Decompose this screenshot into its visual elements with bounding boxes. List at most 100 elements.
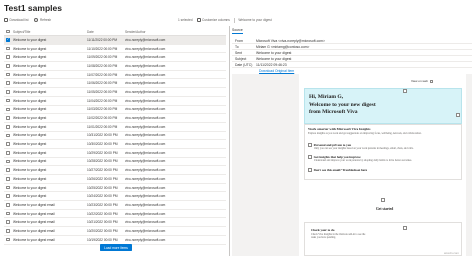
refresh-icon <box>34 18 39 22</box>
row-checkbox[interactable] <box>6 211 10 216</box>
pane-divider[interactable] <box>229 26 230 256</box>
row-sender: vivo-noreply@microsoft.com <box>125 159 166 164</box>
column-header-subject[interactable]: Subject/Title <box>12 30 87 34</box>
row-sender: vivo-noreply@microsoft.com <box>125 220 166 225</box>
row-checkbox[interactable] <box>6 220 10 225</box>
selected-count: 1 selected <box>178 18 193 22</box>
row-checkbox[interactable] <box>6 203 10 207</box>
columns-icon <box>196 18 201 22</box>
row-checkbox[interactable] <box>6 194 10 199</box>
row-sender: vivo-noreply@microsoft.com <box>125 194 166 199</box>
troubleshoot-link[interactable]: Don't see this email? Troubleshoot here <box>314 168 368 172</box>
row-subject: Welcome to your digest <box>13 37 47 42</box>
row-date: 11/01/2022 00:00 PM <box>87 124 118 129</box>
row-date: 10/28/2022 00:00 PM <box>87 159 118 164</box>
row-checkbox[interactable] <box>6 150 10 155</box>
table-row[interactable]: Welcome to your digest 11/01/2022 00:00 P… <box>4 123 226 132</box>
row-subject: Welcome to your digest <box>13 176 47 181</box>
table-row[interactable]: Welcome to your digest 11/10/2022 00:00 P… <box>4 45 226 54</box>
get-started-section <box>304 186 462 220</box>
feature-desc: Understand and improve your work pattern… <box>314 159 412 162</box>
column-header-date[interactable]: Date <box>87 30 125 34</box>
detail-tabs: Source <box>232 28 243 34</box>
row-sender: vivo-noreply@microsoft.com <box>125 142 166 147</box>
row-checkbox[interactable] <box>6 46 10 51</box>
row-checkbox[interactable] <box>6 116 10 120</box>
row-subject: Welcome to your digest <box>13 55 47 60</box>
image-placeholder-icon <box>403 226 407 230</box>
table-row[interactable]: Welcome to your digest 10/26/2022 00:00 P… <box>4 175 226 184</box>
row-checkbox[interactable] <box>6 124 10 129</box>
watermark: wsxdn.com <box>444 251 460 255</box>
detail-field-value: Miriam G <miriamg@contoso.com> <box>256 44 310 49</box>
row-date: 10/30/2022 00:00 PM <box>87 142 118 147</box>
hero-greeting: Hi, Miriam G, <box>309 94 344 100</box>
download-list-button[interactable]: Download list <box>4 18 28 22</box>
view-on-web-link[interactable]: View on web <box>411 79 433 83</box>
table-row[interactable]: Welcome to your digest 10/25/2022 00:00 P… <box>4 184 226 193</box>
table-row[interactable]: Welcome to your digest 11/03/2022 00:00 P… <box>4 106 226 115</box>
row-date: 11/06/2022 00:00 PM <box>87 81 118 86</box>
row-sender: vivo-noreply@microsoft.com <box>125 37 166 42</box>
row-date: 10/27/2022 00:00 PM <box>87 168 118 173</box>
row-sender: vivo-noreply@microsoft.com <box>125 55 166 60</box>
table-row[interactable]: Welcome to your digest 11/06/2022 00:00 P… <box>4 79 226 89</box>
table-row[interactable]: Welcome to your digest 11/05/2022 00:00 P… <box>4 88 226 97</box>
table-row[interactable]: Welcome to your digest email 10/20/2022 0… <box>4 227 226 236</box>
select-all-checkbox[interactable] <box>6 29 10 34</box>
column-header-sender[interactable]: Sender/Author <box>125 30 225 34</box>
table-row[interactable]: Welcome to your digest 10/31/2022 00:00 P… <box>4 132 226 141</box>
row-date: 11/02/2022 00:00 PM <box>87 116 118 121</box>
load-more-button[interactable]: Load more items <box>100 244 132 251</box>
row-checkbox[interactable] <box>6 168 10 172</box>
hero-image-placeholder-icon-2 <box>456 113 460 117</box>
table-row[interactable]: Welcome to your digest 11/09/2022 00:00 P… <box>4 53 226 63</box>
feature-item: Get insights that help you improve Under… <box>308 155 458 162</box>
tab-source[interactable]: Source <box>232 28 243 34</box>
table-row[interactable]: Welcome to your digest email 10/21/2022 0… <box>4 218 226 228</box>
row-checkbox[interactable] <box>6 237 10 242</box>
row-checkbox[interactable] <box>6 90 10 94</box>
row-checkbox[interactable] <box>6 133 10 138</box>
row-checkbox[interactable] <box>6 55 10 60</box>
customize-columns-button[interactable]: Customize columns <box>196 18 230 22</box>
row-date: 11/03/2022 00:00 PM <box>87 107 118 112</box>
row-checkbox[interactable] <box>6 159 10 164</box>
row-checkbox[interactable] <box>6 98 10 103</box>
table-row[interactable]: Welcome to your digest 10/24/2022 00:00 P… <box>4 192 226 202</box>
row-checkbox[interactable] <box>6 72 10 77</box>
row-checkbox[interactable] <box>6 64 10 68</box>
row-date: 10/19/2022 00:00 PM <box>87 237 118 242</box>
table-row[interactable]: Welcome to your digest 11/04/2022 00:00 P… <box>4 97 226 106</box>
email-hero-text: Hi, Miriam G, Welcome to your new digest… <box>309 94 376 117</box>
table-row[interactable]: Welcome to your digest 10/29/2022 00:00 P… <box>4 149 226 158</box>
row-checkbox[interactable]: ✓ <box>6 38 10 42</box>
hero-line-2: Welcome to your new digest <box>309 101 376 108</box>
table-row[interactable]: Welcome to your digest 10/28/2022 00:00 P… <box>4 158 226 167</box>
table-row[interactable]: Welcome to your digest 11/07/2022 00:00 P… <box>4 71 226 80</box>
row-checkbox[interactable] <box>6 229 10 233</box>
feature-desc: Only you can see your insights based on … <box>314 147 414 150</box>
detail-field-key: Sent <box>235 50 242 55</box>
refresh-label: Refresh <box>39 18 52 22</box>
row-checkbox[interactable] <box>6 185 10 190</box>
refresh-button[interactable]: Refresh <box>34 18 51 22</box>
image-placeholder-icon <box>308 155 312 159</box>
table-row[interactable]: Welcome to your digest 11/02/2022 00:00 P… <box>4 114 226 123</box>
row-sender: vivo-noreply@microsoft.com <box>125 202 166 207</box>
row-checkbox[interactable] <box>6 142 10 146</box>
row-checkbox[interactable] <box>6 107 10 112</box>
table-row[interactable]: Welcome to your digest email 10/23/2022 0… <box>4 201 226 210</box>
row-checkbox[interactable] <box>6 81 10 86</box>
table-row[interactable]: Welcome to your digest 11/08/2022 00:00 P… <box>4 62 226 71</box>
toolbar-separator <box>233 17 235 23</box>
table-row[interactable]: Welcome to your digest email 10/22/2022 0… <box>4 210 226 219</box>
table-row[interactable]: ✓ Welcome to your digest 11/11/2022 00:00 … <box>4 36 226 45</box>
table-row[interactable]: Welcome to your digest 10/30/2022 00:00 P… <box>4 140 226 149</box>
row-sender: vivo-noreply@microsoft.com <box>125 237 166 242</box>
hero-image-placeholder-icon <box>403 89 407 93</box>
table-row[interactable]: Welcome to your digest 10/27/2022 00:00 P… <box>4 166 226 175</box>
detail-field-key: Date (UTC) <box>235 62 253 67</box>
row-date: 11/07/2022 00:00 PM <box>87 72 118 77</box>
row-checkbox[interactable] <box>6 177 10 181</box>
